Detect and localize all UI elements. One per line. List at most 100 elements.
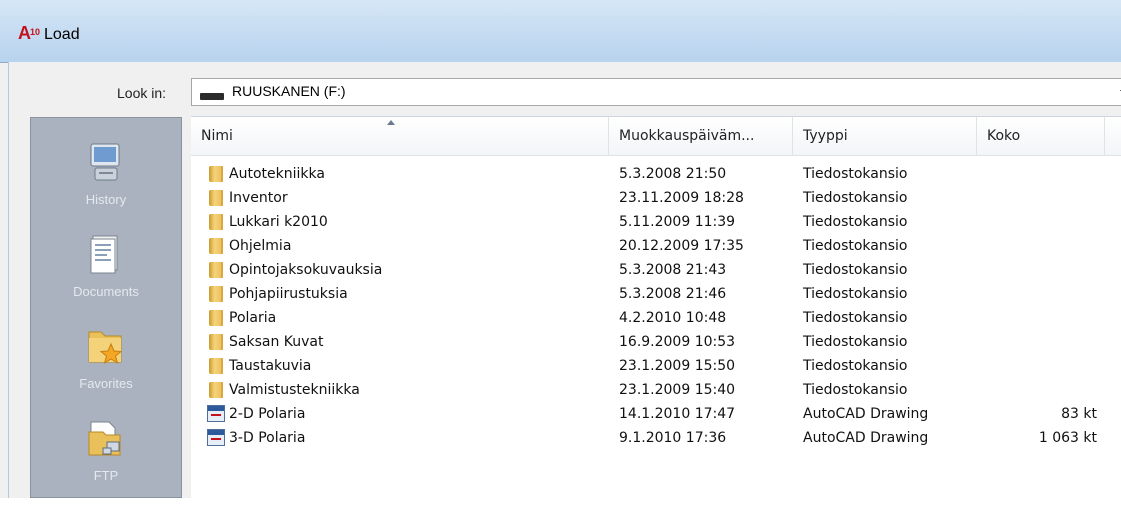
folder-icon	[209, 310, 223, 326]
file-type: Tiedostokansio	[803, 214, 908, 230]
dialog-body: Look in: RUUSKANEN (F:) History Document…	[8, 62, 1121, 499]
file-name: Valmistustekniikka	[229, 382, 360, 398]
file-type: Tiedostokansio	[803, 262, 908, 278]
column-header-name[interactable]: Nimi	[191, 117, 609, 155]
list-item[interactable]: Taustakuvia 23.1.2009 15:50 Tiedostokans…	[191, 354, 1121, 378]
list-item[interactable]: Polaria 4.2.2010 10:48 Tiedostokansio	[191, 306, 1121, 330]
file-date: 5.11.2009 11:39	[619, 214, 736, 230]
folder-icon	[209, 382, 223, 398]
file-name: Ohjelmia	[229, 238, 292, 254]
file-date: 23.11.2009 18:28	[619, 190, 744, 206]
file-type: Tiedostokansio	[803, 190, 908, 206]
file-date: 16.9.2009 10:53	[619, 334, 736, 350]
column-header-date[interactable]: Muokkauspäiväm...	[609, 117, 793, 155]
folder-icon	[209, 262, 223, 278]
file-date: 14.1.2010 17:47	[619, 406, 736, 422]
folder-icon	[209, 334, 223, 350]
list-item[interactable]: Pohjapiirustuksia 5.3.2008 21:46 Tiedost…	[191, 282, 1121, 306]
dwg-file-icon	[207, 405, 225, 422]
place-label: Documents	[73, 284, 139, 299]
look-in-dropdown[interactable]: RUUSKANEN (F:)	[191, 78, 1121, 106]
file-size	[981, 306, 1097, 330]
file-size	[981, 234, 1097, 258]
place-label: Favorites	[79, 376, 133, 391]
file-name: 3-D Polaria	[229, 430, 306, 446]
list-item[interactable]: Saksan Kuvat 16.9.2009 10:53 Tiedostokan…	[191, 330, 1121, 354]
file-name: Pohjapiirustuksia	[229, 286, 348, 302]
file-name: Autotekniikka	[229, 166, 325, 182]
file-date: 5.3.2008 21:46	[619, 286, 727, 302]
file-date: 9.1.2010 17:36	[619, 430, 727, 446]
window-title: Load	[44, 26, 80, 43]
autocad-logo-icon: A 10	[18, 23, 41, 43]
file-list: Nimi Muokkauspäiväm... Tyyppi Koko Autot…	[191, 116, 1121, 499]
favorites-icon	[88, 331, 123, 365]
documents-icon	[90, 235, 118, 274]
file-size	[981, 378, 1097, 402]
file-date: 23.1.2009 15:40	[619, 382, 736, 398]
file-name: Taustakuvia	[229, 358, 312, 374]
file-size	[981, 282, 1097, 306]
folder-icon	[209, 286, 223, 302]
file-date: 5.3.2008 21:43	[619, 262, 727, 278]
file-type: Tiedostokansio	[803, 238, 908, 254]
file-date: 4.2.2010 10:48	[619, 310, 727, 326]
column-header-row: Nimi Muokkauspäiväm... Tyyppi Koko	[191, 117, 1121, 156]
file-type: Tiedostokansio	[803, 382, 908, 398]
column-header-size[interactable]: Koko	[977, 117, 1105, 155]
folder-icon	[209, 238, 223, 254]
places-bar: History Documents Favorites FTP	[30, 117, 182, 498]
file-name: Saksan Kuvat	[229, 334, 324, 350]
file-name: Lukkari k2010	[229, 214, 328, 230]
file-type: AutoCAD Drawing	[803, 406, 929, 422]
file-type: Tiedostokansio	[803, 166, 908, 182]
place-favorites[interactable]: Favorites	[31, 322, 181, 414]
folder-icon	[209, 166, 223, 182]
list-item[interactable]: 3-D Polaria 9.1.2010 17:36 AutoCAD Drawi…	[191, 426, 1121, 450]
file-date: 23.1.2009 15:50	[619, 358, 736, 374]
file-name: Inventor	[229, 190, 288, 206]
load-dialog: A 10 Load Look in: RUUSKANEN (F:) Histor…	[0, 0, 1121, 499]
file-name: Polaria	[229, 310, 277, 326]
place-ftp[interactable]: FTP	[31, 414, 181, 506]
file-name: Opintojaksokuvauksia	[229, 262, 383, 278]
list-item[interactable]: Autotekniikka 5.3.2008 21:50 Tiedostokan…	[191, 162, 1121, 186]
file-size	[981, 330, 1097, 354]
list-item[interactable]: Ohjelmia 20.12.2009 17:35 Tiedostokansio	[191, 234, 1121, 258]
ftp-icon	[88, 421, 121, 456]
file-type: Tiedostokansio	[803, 358, 908, 374]
folder-icon	[209, 358, 223, 374]
file-size	[981, 186, 1097, 210]
title-bar[interactable]: A 10 Load	[0, 0, 1121, 63]
file-size: 1 063 kt	[1038, 430, 1097, 446]
file-type: Tiedostokansio	[803, 334, 908, 350]
file-size: 83 kt	[1061, 406, 1097, 422]
drive-icon	[200, 93, 224, 100]
place-label: FTP	[93, 468, 119, 483]
list-item[interactable]: Valmistustekniikka 23.1.2009 15:40 Tiedo…	[191, 378, 1121, 402]
list-item[interactable]: Lukkari k2010 5.11.2009 11:39 Tiedostoka…	[191, 210, 1121, 234]
file-date: 5.3.2008 21:50	[619, 166, 727, 182]
file-type: AutoCAD Drawing	[803, 430, 929, 446]
list-item[interactable]: Inventor 23.11.2009 18:28 Tiedostokansio	[191, 186, 1121, 210]
place-history[interactable]: History	[31, 138, 181, 230]
file-size	[981, 258, 1097, 282]
place-documents[interactable]: Documents	[31, 230, 181, 322]
folder-icon	[209, 190, 223, 206]
column-header-type[interactable]: Tyyppi	[793, 117, 977, 155]
sort-ascending-icon	[387, 120, 395, 125]
list-item[interactable]: Opintojaksokuvauksia 5.3.2008 21:43 Tied…	[191, 258, 1121, 282]
look-in-label: Look in:	[117, 85, 167, 101]
file-size	[981, 354, 1097, 378]
list-item[interactable]: 2-D Polaria 14.1.2010 17:47 AutoCAD Draw…	[191, 402, 1121, 426]
file-date: 20.12.2009 17:35	[619, 238, 744, 254]
place-label: History	[85, 192, 127, 207]
dwg-file-icon	[207, 429, 225, 446]
file-type: Tiedostokansio	[803, 310, 908, 326]
file-size	[981, 162, 1097, 186]
file-size	[981, 210, 1097, 234]
folder-icon	[209, 214, 223, 230]
file-type: Tiedostokansio	[803, 286, 908, 302]
file-name: 2-D Polaria	[229, 406, 306, 422]
look-in-value: RUUSKANEN (F:)	[232, 83, 346, 99]
